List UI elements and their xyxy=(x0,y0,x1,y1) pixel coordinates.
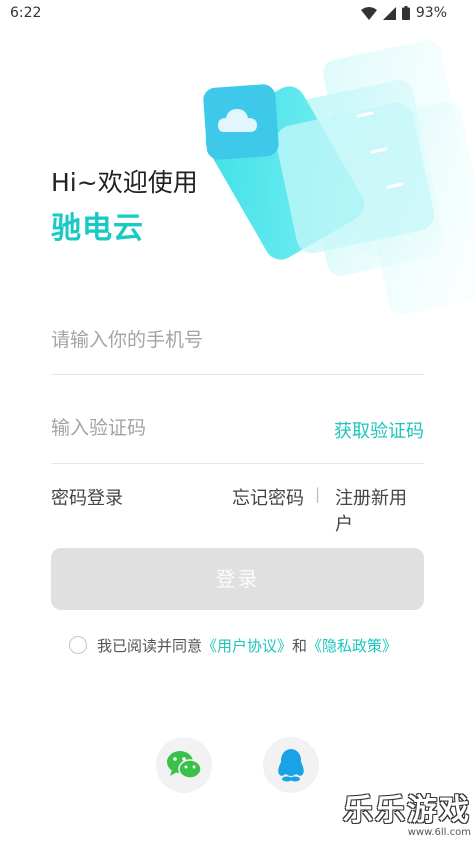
wechat-icon xyxy=(167,751,202,779)
login-button[interactable]: 登录 xyxy=(51,548,424,610)
brand-name: 驰电云 xyxy=(51,211,144,246)
status-time: 6:22 xyxy=(10,5,42,21)
login-links: 密码登录 忘记密码 | 注册新用户 xyxy=(51,482,424,535)
link-separator: | xyxy=(315,485,321,503)
qq-login-button[interactable] xyxy=(263,737,319,793)
user-agreement-link[interactable]: 《用户协议》 xyxy=(202,635,292,656)
watermark: 乐乐游戏 www.6ll.com xyxy=(343,785,471,838)
status-icons: 93% xyxy=(360,5,447,21)
signal-icon xyxy=(382,6,396,20)
qq-icon xyxy=(278,749,304,782)
phone-input[interactable] xyxy=(51,324,301,356)
agreement-checkbox[interactable] xyxy=(69,636,87,654)
hero-illustration xyxy=(203,40,475,315)
battery-icon xyxy=(401,6,410,20)
agreement-row: 我已阅读并同意 《用户协议》 和 《隐私政策》 xyxy=(69,632,397,658)
privacy-policy-link[interactable]: 《隐私政策》 xyxy=(307,635,397,656)
code-input[interactable] xyxy=(51,412,301,444)
watermark-text: 乐乐游戏 xyxy=(343,793,471,828)
forgot-password-link[interactable]: 忘记密码 xyxy=(232,484,304,510)
get-code-button[interactable]: 获取验证码 xyxy=(334,417,424,443)
agreement-and: 和 xyxy=(292,636,308,655)
phone-field[interactable] xyxy=(51,324,424,368)
greeting-text: Hi~欢迎使用 xyxy=(51,168,198,197)
phone-divider xyxy=(51,374,424,375)
battery-percent: 93% xyxy=(415,5,447,21)
code-field[interactable]: 获取验证码 xyxy=(51,412,424,456)
status-bar: 6:22 93% xyxy=(0,0,475,28)
wifi-icon xyxy=(360,6,377,20)
register-link[interactable]: 注册新用户 xyxy=(335,484,424,536)
password-login-link[interactable]: 密码登录 xyxy=(51,484,123,510)
code-divider xyxy=(51,463,424,464)
agreement-text: 我已阅读并同意 xyxy=(97,636,203,655)
wechat-login-button[interactable] xyxy=(156,737,212,793)
